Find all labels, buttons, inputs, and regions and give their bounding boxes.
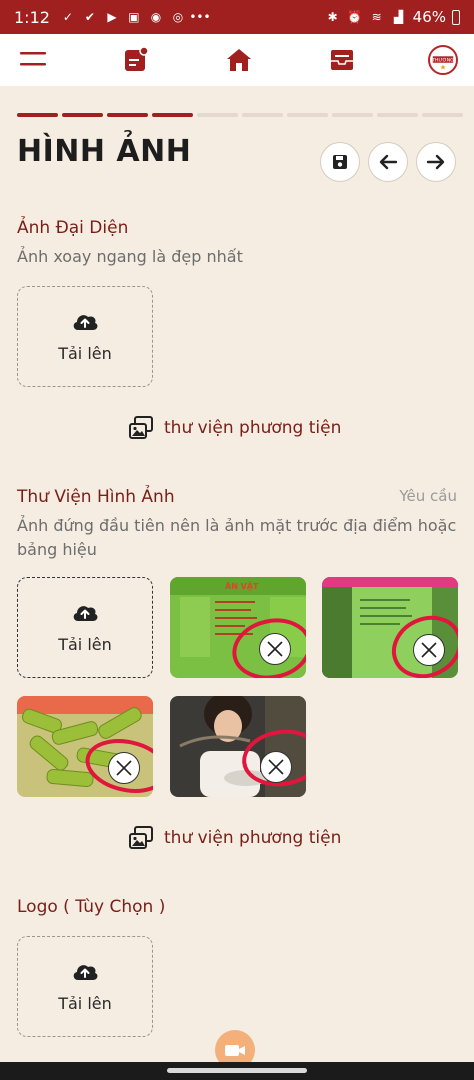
status-bar: 1:12 ✓ ✔ ▶ ▣ ◉ ◎ ••• ✱ ⏰ ≋ ▟ 46% [0, 0, 474, 34]
home-indicator-bar [0, 1062, 474, 1080]
remove-image-4-button[interactable] [260, 751, 292, 783]
progress-segment [287, 113, 328, 117]
more-icon: ••• [189, 10, 211, 24]
remove-image-3-button[interactable] [108, 752, 140, 784]
check-icon: ✔ [84, 10, 95, 24]
upload-label: Tải lên [58, 994, 112, 1013]
progress-segment [242, 113, 283, 117]
gallery-image-4[interactable] [170, 696, 306, 797]
media-library-label: thư viện phương tiện [164, 828, 342, 848]
avatar[interactable]: THƯƠNG [428, 45, 458, 75]
gallery-image-1[interactable]: ĂN VẶT [170, 577, 306, 678]
arrow-right-icon [426, 154, 445, 170]
required-label: Yêu cầu [399, 487, 457, 505]
wifi-icon: ≋ [371, 10, 382, 24]
back-button[interactable] [368, 142, 408, 182]
cloud-upload-icon [73, 315, 98, 330]
alarm-icon: ⏰ [347, 10, 363, 24]
close-icon [268, 759, 284, 775]
progress-segment [197, 113, 238, 117]
gallery-media-library-link[interactable]: thư viện phương tiện [128, 826, 341, 850]
battery-icon [452, 9, 460, 25]
remove-image-1-button[interactable] [259, 633, 291, 665]
bluetooth-icon: ✱ [327, 10, 338, 24]
battery-level: 46% [412, 8, 446, 26]
next-button[interactable] [416, 142, 456, 182]
avatar-text: THƯƠNG [431, 57, 454, 63]
person-eating-photo [170, 696, 306, 797]
app-nav-bar: THƯƠNG [0, 34, 474, 86]
close-icon [116, 760, 132, 776]
featured-image-upload[interactable]: Tải lên [17, 286, 153, 387]
menu-board-photo: ĂN VẶT [170, 577, 306, 678]
close-icon [267, 641, 283, 657]
cloud-upload-icon [73, 965, 98, 980]
gallery-image-3[interactable] [17, 696, 153, 797]
gallery-upload[interactable]: Tải lên [17, 577, 153, 678]
close-icon [421, 642, 437, 658]
save-icon [333, 155, 347, 169]
menu-icon[interactable] [16, 43, 50, 77]
featured-image-title: Ảnh Đại Diện [17, 218, 129, 238]
progress-segment [422, 113, 463, 117]
progress-segment [152, 113, 193, 117]
upload-label: Tải lên [58, 635, 112, 654]
upload-label: Tải lên [58, 344, 112, 363]
remove-image-2-button[interactable] [413, 634, 445, 666]
play-icon: ▶ [107, 10, 117, 24]
app-icon: ◎ [172, 10, 184, 24]
shop-icon: ▣ [128, 10, 140, 24]
menu-board-caption: ĂN VẶT [225, 580, 259, 591]
arrow-left-icon [379, 154, 398, 170]
cloud-upload-icon [73, 606, 98, 621]
featured-image-hint: Ảnh xoay ngang là đẹp nhất [17, 247, 243, 266]
notification-icon: ✓ [62, 10, 73, 24]
status-time: 1:12 [14, 7, 50, 27]
save-button[interactable] [320, 142, 360, 182]
logo-title: Logo ( Tùy Chọn ) [17, 897, 166, 917]
logo-upload[interactable]: Tải lên [17, 936, 153, 1037]
gallery-title: Thư Viện Hình Ảnh [17, 487, 175, 507]
gallery-hint: Ảnh đứng đầu tiên nên là ảnh mặt trước đ… [17, 516, 457, 559]
inbox-icon[interactable] [325, 43, 359, 77]
featured-media-library-link[interactable]: thư viện phương tiện [128, 416, 341, 440]
gallery-image-2[interactable] [322, 577, 458, 678]
video-camera-icon [225, 1045, 245, 1056]
momo-icon: ◉ [150, 10, 162, 24]
step-progress [17, 113, 463, 117]
signal-icon: ▟ [394, 10, 404, 24]
media-library-label: thư viện phương tiện [164, 418, 342, 438]
pickled-fruit-photo [17, 696, 153, 797]
page-title: HÌNH ẢNH [17, 134, 192, 169]
progress-segment [377, 113, 418, 117]
home-indicator[interactable] [167, 1068, 307, 1073]
progress-segment [332, 113, 373, 117]
image-library-icon [129, 416, 153, 439]
edit-document-icon[interactable] [119, 43, 153, 77]
image-library-icon [129, 826, 153, 849]
home-icon[interactable] [222, 43, 256, 77]
progress-segment [17, 113, 58, 117]
progress-segment [107, 113, 148, 117]
progress-segment [62, 113, 103, 117]
